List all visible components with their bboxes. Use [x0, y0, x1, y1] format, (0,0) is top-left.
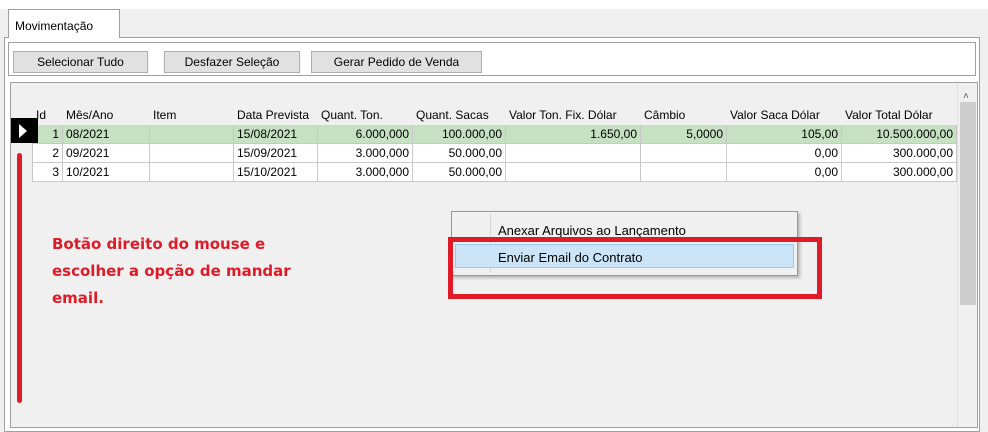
select-all-button[interactable]: Selecionar Tudo — [13, 51, 148, 73]
cell-quant-ton: 3.000,000 — [318, 163, 413, 182]
column-header-item[interactable]: Item — [150, 106, 234, 125]
current-row-pointer-icon — [11, 118, 38, 143]
cell-expected-date: 15/08/2021 — [234, 125, 318, 144]
cell-cambio: 5,0000 — [641, 125, 727, 144]
tab-movimentacao[interactable]: Movimentação — [8, 9, 120, 38]
toolbar: Selecionar Tudo Desfazer Seleção Gerar P… — [8, 42, 976, 76]
annotation-line-marker — [17, 153, 22, 403]
cell-cambio — [641, 163, 727, 182]
row-indicator — [11, 163, 33, 182]
annotation-line: email. — [52, 289, 104, 307]
column-header-valor-ton[interactable]: Valor Ton. Fix. Dólar — [506, 106, 641, 125]
cell-quant-ton: 3.000,000 — [318, 144, 413, 163]
highlight-box — [448, 237, 822, 299]
menu-item-attach-files[interactable]: Anexar Arquivos ao Lançamento — [498, 223, 686, 238]
cell-id: 2 — [33, 144, 63, 163]
cell-valor-saca: 105,00 — [727, 125, 842, 144]
annotation-line: escolher a opção de mandar — [52, 262, 291, 280]
annotation-line: Botão direito do mouse e — [52, 235, 266, 253]
cell-month-year: 09/2021 — [63, 144, 150, 163]
cell-cambio — [641, 144, 727, 163]
cell-quant-sacas: 50.000,00 — [413, 163, 506, 182]
cell-quant-sacas: 100.000,00 — [413, 125, 506, 144]
scrollbar-thumb[interactable] — [960, 102, 976, 305]
cell-item — [150, 163, 234, 182]
cell-month-year: 10/2021 — [63, 163, 150, 182]
grid-header-row: Id Mês/Ano Item Data Prevista Quant. Ton… — [11, 106, 959, 125]
cell-valor-ton — [506, 163, 641, 182]
column-header-quant-ton[interactable]: Quant. Ton. — [318, 106, 413, 125]
cell-expected-date: 15/10/2021 — [234, 163, 318, 182]
table-row[interactable]: 1 08/2021 15/08/2021 6.000,000 100.000,0… — [11, 125, 959, 144]
column-header-expected-date[interactable]: Data Prevista — [234, 106, 318, 125]
column-header-cambio[interactable]: Câmbio — [641, 106, 727, 125]
vertical-scrollbar[interactable]: ˄ — [957, 83, 977, 427]
table-row[interactable]: 2 09/2021 15/09/2021 3.000,000 50.000,00… — [11, 144, 959, 163]
cell-valor-total: 300.000,00 — [842, 163, 957, 182]
instruction-annotation: Botão direito do mouse e escolher a opçã… — [52, 231, 352, 312]
cell-valor-saca: 0,00 — [727, 163, 842, 182]
column-header-month-year[interactable]: Mês/Ano — [63, 106, 150, 125]
cell-quant-ton: 6.000,000 — [318, 125, 413, 144]
cell-valor-total: 300.000,00 — [842, 144, 957, 163]
column-header-valor-saca[interactable]: Valor Saca Dólar — [727, 106, 842, 125]
cell-expected-date: 15/09/2021 — [234, 144, 318, 163]
cell-valor-ton: 1.650,00 — [506, 125, 641, 144]
cell-valor-ton — [506, 144, 641, 163]
undo-selection-button[interactable]: Desfazer Seleção — [164, 51, 300, 73]
cell-valor-total: 10.500.000,00 — [842, 125, 957, 144]
cell-quant-sacas: 50.000,00 — [413, 144, 506, 163]
window-top-strip — [0, 0, 988, 9]
chevron-up-icon[interactable]: ˄ — [963, 91, 969, 102]
cell-id: 3 — [33, 163, 63, 182]
column-header-quant-sacas[interactable]: Quant. Sacas — [413, 106, 506, 125]
tab-label: Movimentação — [15, 19, 94, 33]
column-header-valor-total[interactable]: Valor Total Dólar — [842, 106, 957, 125]
generate-sales-order-button[interactable]: Gerar Pedido de Venda — [311, 51, 482, 73]
cell-item — [150, 144, 234, 163]
cell-item — [150, 125, 234, 144]
cell-month-year: 08/2021 — [63, 125, 150, 144]
cell-valor-saca: 0,00 — [727, 144, 842, 163]
table-row[interactable]: 3 10/2021 15/10/2021 3.000,000 50.000,00… — [11, 163, 959, 182]
row-indicator — [11, 144, 33, 163]
